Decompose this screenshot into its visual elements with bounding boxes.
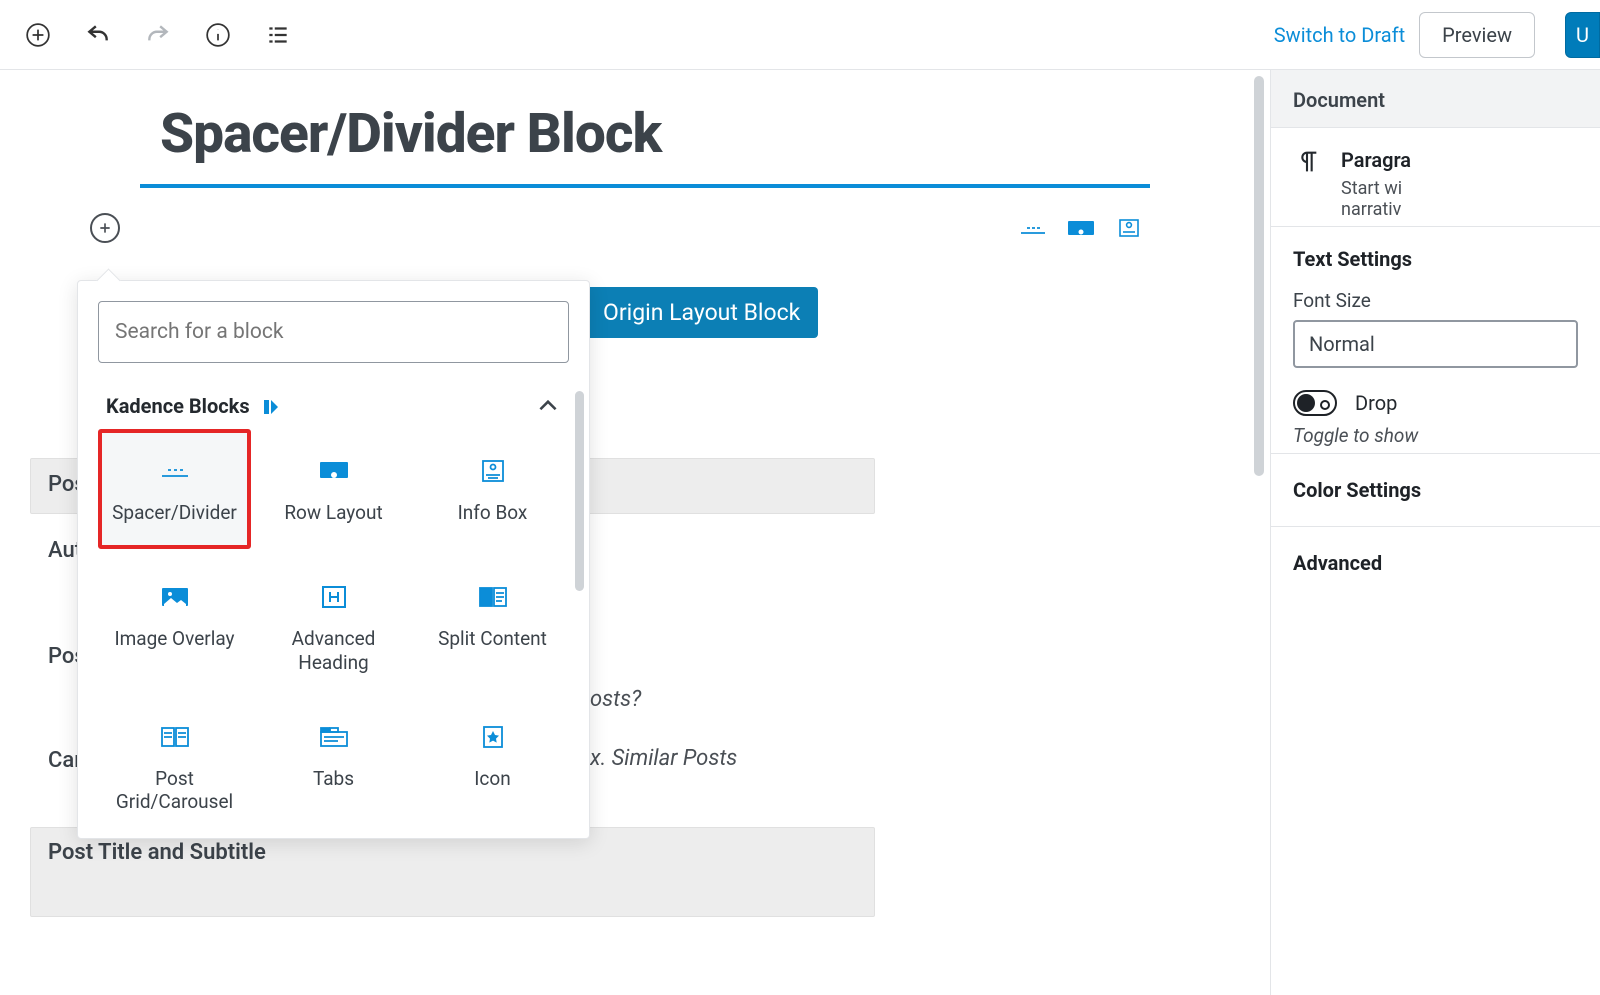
toolbar-left	[20, 17, 296, 53]
switch-to-draft-link[interactable]: Switch to Draft	[1274, 23, 1405, 47]
bg-italic-text: x. Similar Posts	[590, 746, 737, 771]
drop-cap-hint: Toggle to show	[1293, 424, 1578, 447]
block-grid: Spacer/Divider Row Layout Info Box Image…	[98, 429, 569, 828]
block-label: Icon	[474, 767, 510, 791]
title-underline	[140, 184, 1150, 188]
block-label: Post Grid/Carousel	[108, 767, 241, 815]
color-settings-panel[interactable]: Color Settings	[1271, 454, 1600, 527]
row-layout-icon	[319, 455, 349, 487]
info-button[interactable]	[200, 17, 236, 53]
origin-layout-chip[interactable]: Origin Layout Block	[585, 287, 818, 338]
editor-scrollbar[interactable]	[1254, 76, 1264, 476]
block-label: Spacer/Divider	[112, 501, 237, 525]
preview-button[interactable]: Preview	[1419, 12, 1535, 58]
top-toolbar: Switch to Draft Preview U	[0, 0, 1600, 70]
image-overlay-icon	[160, 581, 190, 613]
page-title[interactable]: Spacer/Divider Block	[160, 102, 1155, 166]
inserter-scrollbar[interactable]	[575, 391, 584, 591]
block-label: Info Box	[458, 501, 528, 525]
spacer-icon[interactable]	[1017, 217, 1049, 239]
block-image-overlay[interactable]: Image Overlay	[98, 555, 251, 689]
block-advanced-heading[interactable]: Advanced Heading	[257, 555, 410, 689]
block-name: Paragra	[1341, 148, 1411, 172]
block-align-icons	[1017, 217, 1145, 239]
section-title: Kadence Blocks	[106, 394, 250, 418]
font-size-label: Font Size	[1293, 289, 1578, 312]
block-row-layout[interactable]: Row Layout	[257, 429, 410, 549]
settings-sidebar: Document Paragra Start winarrativ Text S…	[1270, 70, 1600, 995]
panel-title: Text Settings	[1293, 247, 1578, 271]
add-block-button[interactable]	[20, 17, 56, 53]
block-search-input[interactable]	[98, 301, 569, 363]
redo-button[interactable]	[140, 17, 176, 53]
editor-canvas: Spacer/Divider Block Origin Layout Block…	[0, 70, 1270, 995]
row-icon[interactable]	[1065, 217, 1097, 239]
tabs-icon	[319, 721, 349, 753]
toolbar-right: Switch to Draft Preview U	[1274, 12, 1584, 58]
icon-block-icon	[478, 721, 508, 753]
drop-cap-label: Drop	[1355, 391, 1397, 415]
inline-add-block-button[interactable]	[90, 213, 120, 243]
inserter-section-header[interactable]: Kadence Blocks	[106, 393, 561, 419]
font-size-select[interactable]: Normal	[1293, 320, 1578, 368]
block-label: Image Overlay	[114, 627, 234, 651]
drop-cap-toggle[interactable]	[1293, 390, 1337, 416]
block-label: Split Content	[438, 627, 547, 651]
block-label: Advanced Heading	[267, 627, 400, 675]
infobox-icon[interactable]	[1113, 217, 1145, 239]
block-inserter-popover: Kadence Blocks Spacer/Divider Row Layout…	[77, 280, 590, 839]
post-title-subtitle-label: Post Title and Subtitle	[48, 840, 266, 865]
block-spacer-divider[interactable]: Spacer/Divider	[98, 429, 251, 549]
split-content-icon	[478, 581, 508, 613]
update-button[interactable]: U	[1565, 12, 1600, 58]
block-desc: Start winarrativ	[1341, 178, 1411, 220]
block-tabs[interactable]: Tabs	[257, 695, 410, 829]
advanced-heading-icon	[319, 581, 349, 613]
block-label: Tabs	[313, 767, 354, 791]
info-box-icon	[478, 455, 508, 487]
advanced-panel[interactable]: Advanced	[1271, 527, 1600, 599]
block-post-grid[interactable]: Post Grid/Carousel	[98, 695, 251, 829]
undo-button[interactable]	[80, 17, 116, 53]
text-settings-panel: Text Settings Font Size Normal Drop Togg…	[1271, 227, 1600, 454]
sidebar-tab-document[interactable]: Document	[1271, 70, 1600, 128]
block-info-box[interactable]: Info Box	[416, 429, 569, 549]
block-icon[interactable]: Icon	[416, 695, 569, 829]
bg-italic-text: osts?	[590, 687, 641, 712]
sidebar-tab-label: Document	[1293, 88, 1385, 112]
chevron-up-icon[interactable]	[535, 393, 561, 419]
block-label: Row Layout	[284, 501, 382, 525]
sidebar-block-info: Paragra Start winarrativ	[1271, 128, 1600, 227]
paragraph-icon	[1293, 148, 1321, 180]
post-grid-icon	[160, 721, 190, 753]
outline-button[interactable]	[260, 17, 296, 53]
block-split-content[interactable]: Split Content	[416, 555, 569, 689]
kadence-logo-icon	[262, 397, 280, 415]
spacer-divider-icon	[160, 455, 190, 487]
